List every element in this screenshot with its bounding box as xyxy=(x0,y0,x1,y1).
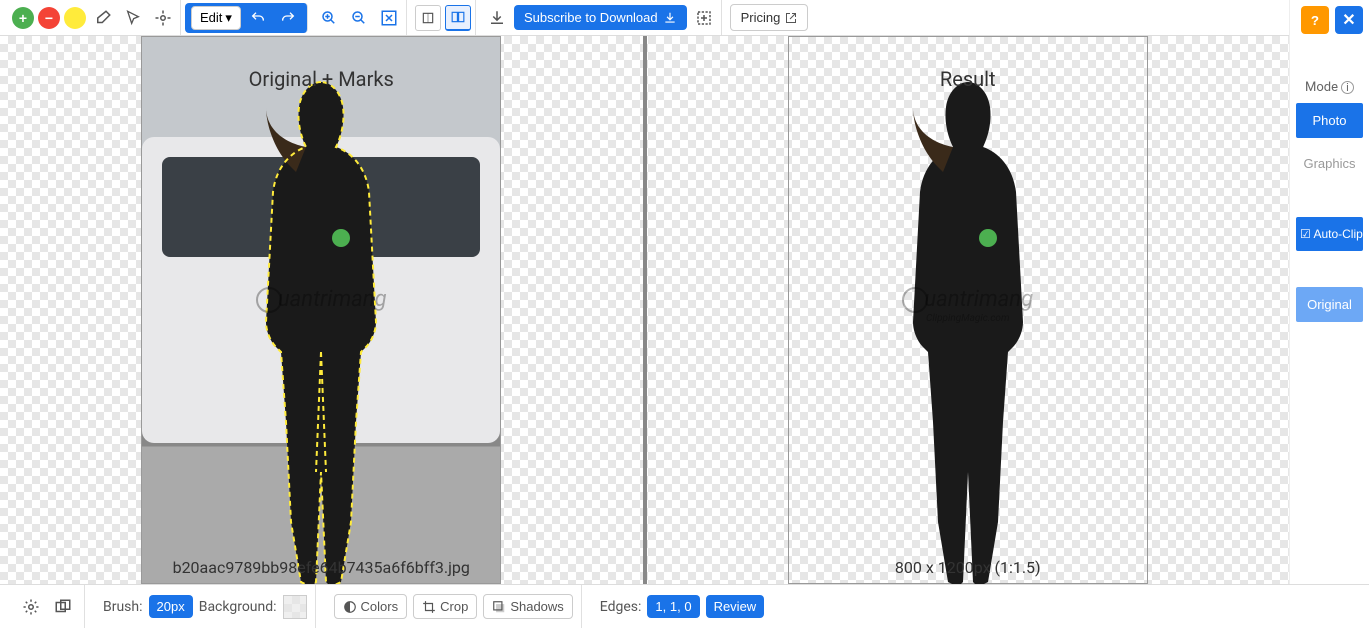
pan-button[interactable] xyxy=(150,5,176,31)
redo-button[interactable] xyxy=(275,5,301,31)
help-button[interactable]: ? xyxy=(1301,6,1329,34)
subscribe-button[interactable]: Subscribe to Download xyxy=(514,5,687,30)
result-mark-dot xyxy=(979,229,997,247)
download-icon-button[interactable] xyxy=(484,5,510,31)
subscribe-label: Subscribe to Download xyxy=(524,10,658,25)
eraser-button[interactable] xyxy=(90,5,116,31)
original-button[interactable]: Original xyxy=(1296,287,1363,322)
close-button[interactable]: ✕ xyxy=(1335,6,1363,34)
fit-button[interactable] xyxy=(376,5,402,31)
undo-button[interactable] xyxy=(245,5,271,31)
view-mode-group xyxy=(411,0,476,35)
brush-group: Brush: 20px Background: xyxy=(95,585,316,628)
edges-label: Edges: xyxy=(600,599,642,615)
person-silhouette xyxy=(221,72,421,592)
result-image-frame: Result uantrimangClippingMagic.com 800 x… xyxy=(788,36,1148,584)
crop-button[interactable]: Crop xyxy=(413,594,477,619)
bottom-toolbar: Brush: 20px Background: Colors Crop Shad… xyxy=(0,584,1369,628)
right-sidebar: ? ✕ Mode i Photo Graphics ☑ Auto-Clip Or… xyxy=(1289,0,1369,628)
upload-button[interactable] xyxy=(691,5,717,31)
crop-label: Crop xyxy=(440,599,468,614)
pricing-group: Pricing xyxy=(726,0,813,35)
photo-mode-button[interactable]: Photo xyxy=(1296,103,1363,138)
pricing-button[interactable]: Pricing xyxy=(730,4,809,31)
edges-group: Edges: 1, 1, 0 Review xyxy=(592,585,772,628)
pointer-button[interactable] xyxy=(120,5,146,31)
zoom-group xyxy=(312,0,407,35)
original-image-frame: Original + Marks uantrimang b20aac9789bb… xyxy=(141,36,501,584)
top-toolbar: + − Edit ▾ xyxy=(0,0,1369,36)
edit-label: Edit xyxy=(200,10,222,25)
keep-mark-dot[interactable] xyxy=(332,229,350,247)
brush-label: Brush: xyxy=(103,599,143,615)
chevron-down-icon: ▾ xyxy=(225,10,232,26)
settings-group xyxy=(10,585,85,628)
edges-value-button[interactable]: 1, 1, 0 xyxy=(647,595,699,618)
background-label: Background: xyxy=(199,599,277,615)
download-group: Subscribe to Download xyxy=(480,0,722,35)
edit-group: Edit ▾ xyxy=(185,3,308,33)
left-pane[interactable]: Original + Marks uantrimang b20aac9789bb… xyxy=(0,36,643,584)
keep-marker-button[interactable]: + xyxy=(12,7,34,29)
result-silhouette xyxy=(868,72,1068,592)
main-workspace: Original + Marks uantrimang b20aac9789bb… xyxy=(0,36,1289,584)
filename-text: b20aac9789bb98efe64b7435a6f6bff3.jpg xyxy=(142,558,500,577)
zoom-in-button[interactable] xyxy=(316,5,342,31)
mode-label: Mode i xyxy=(1296,80,1363,95)
graphics-mode-button[interactable]: Graphics xyxy=(1296,146,1363,181)
watermark-text: uantrimang xyxy=(142,287,500,313)
result-watermark: uantrimangClippingMagic.com xyxy=(789,287,1147,324)
split-view-button[interactable] xyxy=(445,5,471,31)
marker-tools: + − xyxy=(8,0,181,35)
dimensions-text: 800 x 1200px (1:1.5) xyxy=(789,558,1147,577)
pricing-label: Pricing xyxy=(741,10,781,25)
edit-dropdown[interactable]: Edit ▾ xyxy=(191,6,241,30)
review-button[interactable]: Review xyxy=(706,595,765,618)
colors-button[interactable]: Colors xyxy=(334,594,408,619)
adjust-group: Colors Crop Shadows xyxy=(326,585,582,628)
shadows-button[interactable]: Shadows xyxy=(483,594,572,619)
brush-size-button[interactable]: 20px xyxy=(149,595,193,618)
layers-button[interactable] xyxy=(50,594,76,620)
hair-marker-button[interactable] xyxy=(64,7,86,29)
shadows-label: Shadows xyxy=(510,599,563,614)
settings-button[interactable] xyxy=(18,594,44,620)
right-pane-label: Result xyxy=(789,67,1147,91)
colors-label: Colors xyxy=(361,599,399,614)
left-pane-label: Original + Marks xyxy=(142,67,500,91)
right-pane[interactable]: Result uantrimangClippingMagic.com 800 x… xyxy=(647,36,1290,584)
info-icon[interactable]: i xyxy=(1341,81,1354,94)
zoom-out-button[interactable] xyxy=(346,5,372,31)
autoclip-button[interactable]: ☑ Auto-Clip xyxy=(1296,217,1363,251)
single-view-button[interactable] xyxy=(415,5,441,31)
background-swatch[interactable] xyxy=(283,595,307,619)
remove-marker-button[interactable]: − xyxy=(38,7,60,29)
